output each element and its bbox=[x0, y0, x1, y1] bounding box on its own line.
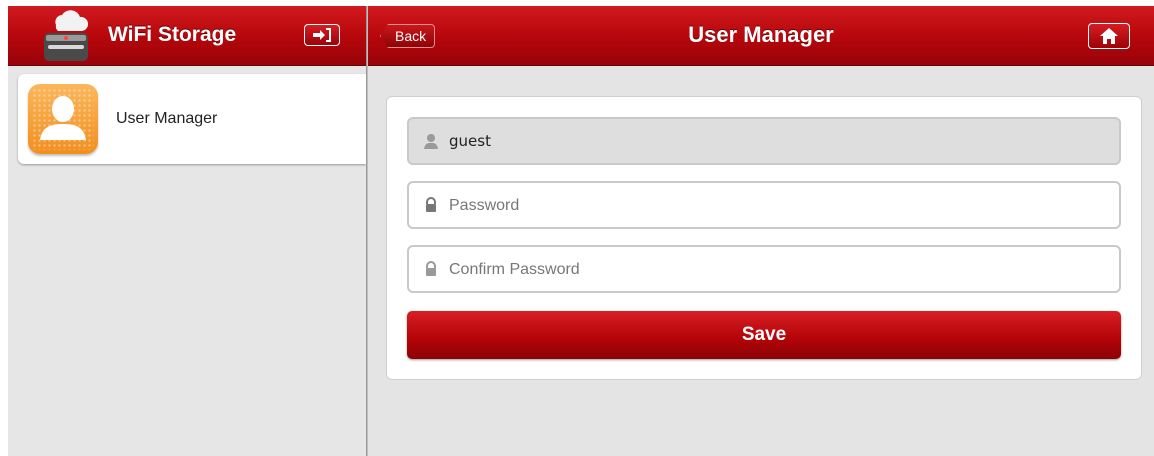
user-icon bbox=[424, 134, 438, 149]
main-header: Back User Manager bbox=[368, 6, 1154, 66]
sidebar-header: WiFi Storage bbox=[8, 6, 366, 66]
exit-button[interactable] bbox=[304, 24, 340, 46]
user-form: Save bbox=[386, 96, 1142, 380]
lock-icon bbox=[426, 261, 436, 276]
lock-icon bbox=[426, 197, 436, 212]
password-input[interactable] bbox=[449, 183, 1109, 227]
save-button[interactable]: Save bbox=[407, 311, 1121, 359]
home-icon bbox=[1100, 28, 1118, 44]
app-window: WiFi Storage User Manager Back User Mana… bbox=[8, 6, 1154, 456]
page-title: User Manager bbox=[688, 22, 834, 47]
app-title: WiFi Storage bbox=[108, 23, 237, 46]
sidebar-item-user-manager[interactable]: User Manager bbox=[18, 74, 366, 164]
exit-icon bbox=[313, 28, 331, 42]
main-pane: Back User Manager guest Save bbox=[368, 6, 1154, 456]
cloud-drive-icon bbox=[36, 9, 96, 63]
home-button[interactable] bbox=[1088, 23, 1130, 49]
username-input[interactable] bbox=[449, 119, 1109, 163]
confirm-password-field[interactable] bbox=[407, 245, 1121, 293]
sidebar: WiFi Storage User Manager bbox=[8, 6, 366, 456]
confirm-password-input[interactable] bbox=[449, 247, 1109, 291]
user-manager-icon bbox=[28, 84, 98, 154]
sidebar-item-label: User Manager bbox=[116, 110, 218, 127]
password-field[interactable] bbox=[407, 181, 1121, 229]
username-field[interactable] bbox=[407, 117, 1121, 165]
